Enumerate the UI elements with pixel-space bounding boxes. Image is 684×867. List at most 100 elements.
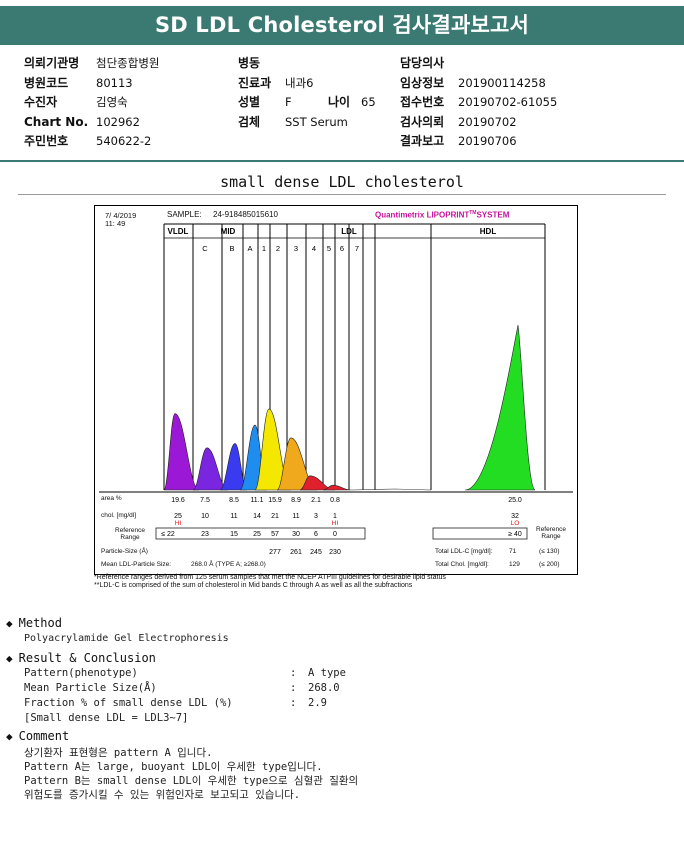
band-label: 6 xyxy=(340,244,344,253)
result-note: [Small dense LDL = LDL3~7] xyxy=(24,712,189,724)
chol-value: 10 xyxy=(201,513,209,520)
chol-row-label: chol. [mg/dl] xyxy=(101,512,137,519)
info-row: 검사의뢰 20190702 xyxy=(400,113,557,133)
area-row-label: area % xyxy=(101,495,122,502)
chol-value: 14 xyxy=(253,513,261,520)
electrophoresis-plot: VLDL MID LDL HDLC B A 1 2 3 4 5 6 719.6 7.5 8.5 11.1 15.… xyxy=(99,223,573,556)
result-heading: ◆ Result & Conclusion xyxy=(6,651,156,665)
band-label: 5 xyxy=(327,244,331,253)
method-heading-text: Method xyxy=(18,616,62,630)
footnote-1: *Reference ranges derived from 125 serum… xyxy=(94,574,446,581)
info-value: 540622-2 xyxy=(96,134,152,148)
diamond-icon: ◆ xyxy=(6,617,13,630)
band-label: B xyxy=(229,244,234,253)
info-row: 수진자 김영숙 xyxy=(24,93,159,113)
mid-c-peak xyxy=(192,447,229,491)
result-value: 268.0 xyxy=(308,682,340,694)
info-label: 주민번호 xyxy=(24,134,69,148)
result-label: Mean Particle Size(Å) xyxy=(24,682,157,694)
method-heading: ◆ Method xyxy=(6,616,62,630)
info-value: 20190702-61055 xyxy=(458,95,558,109)
band-label: 2 xyxy=(276,244,280,253)
ref-value: 57 xyxy=(271,531,279,538)
info-value: 내과6 xyxy=(285,75,314,90)
info-label: 담당의사 xyxy=(400,56,445,70)
info-label: 의뢰기관명 xyxy=(24,56,80,70)
area-value: 15.9 xyxy=(268,497,282,504)
info-row: 진료과 내과6 xyxy=(238,74,376,94)
diamond-icon: ◆ xyxy=(6,730,13,743)
comment-line: 상기환자 표현형은 pattern A 입니다. xyxy=(24,747,213,759)
info-value: 첨단종합병원 xyxy=(96,56,160,70)
footnote-2: **LDL-C is comprised of the sum of chole… xyxy=(94,582,413,589)
band-label: 7 xyxy=(355,244,359,253)
result-value: 2.9 xyxy=(308,697,327,709)
area-value: 2.1 xyxy=(311,497,321,504)
vldl-peak xyxy=(163,413,200,491)
info-label: 검사의뢰 xyxy=(400,114,445,129)
ref-value: 23 xyxy=(201,531,209,538)
comment-line: Pattern A는 large, buoyant LDL이 우세한 type입… xyxy=(24,761,323,773)
info-row: 의뢰기관명 첨단종합병원 xyxy=(24,54,159,74)
result-heading-text: Result & Conclusion xyxy=(18,651,156,665)
info-value: 201900114258 xyxy=(458,75,546,90)
info-label: 병동 xyxy=(238,56,261,70)
band-label: A xyxy=(247,244,252,253)
band-label: 3 xyxy=(294,244,298,253)
info-row: Chart No. 102962 xyxy=(24,113,159,133)
info-label: 병원코드 xyxy=(24,75,69,90)
particle-size-value: 230 xyxy=(329,549,341,556)
ref-row-label: Reference Range xyxy=(115,527,145,541)
age-value: 65 xyxy=(361,95,376,109)
hdl-peak xyxy=(464,324,536,491)
info-label: 임상정보 xyxy=(400,75,445,90)
info-label: 수진자 xyxy=(24,95,58,109)
result-sep: : xyxy=(290,667,297,679)
total-ldl-range: (≤ 130) xyxy=(539,548,560,555)
info-col1: 의뢰기관명 첨단종합병원 병원코드 80113 수진자 김영숙 Chart No. 10… xyxy=(24,54,159,152)
ref-value: 30 xyxy=(292,531,300,538)
age-label: 나이 xyxy=(328,95,351,109)
divider xyxy=(0,160,684,162)
chol-flag: LO xyxy=(511,520,520,527)
area-value: 25.0 xyxy=(508,497,522,504)
info-value: 김영숙 xyxy=(96,95,128,109)
ref-value: ≥ 40 xyxy=(508,531,522,538)
section-title: small dense LDL cholesterol xyxy=(220,173,464,191)
total-chol-range: (≤ 200) xyxy=(539,561,560,568)
total-ldl-value: 71 xyxy=(509,548,517,555)
chol-flag: HI xyxy=(332,520,339,527)
area-value: 19.6 xyxy=(171,497,185,504)
ref-value: 15 xyxy=(230,531,238,538)
info-row: 담당의사 xyxy=(400,54,557,74)
section-underline xyxy=(18,194,666,195)
band-label: 4 xyxy=(312,244,316,253)
chol-flag: HI xyxy=(175,520,182,527)
band-label: C xyxy=(202,244,208,253)
info-row: 병원코드 80113 xyxy=(24,74,159,94)
area-value: 8.9 xyxy=(291,497,301,504)
info-row: 성별 F 나이 65 xyxy=(238,93,376,113)
comment-heading-text: Comment xyxy=(18,729,70,743)
area-value: 7.5 xyxy=(200,497,210,504)
particle-size-value: 261 xyxy=(290,549,302,556)
comment-line: 위험도를 증가시킬 수 있는 위험인자로 보고되고 있습니다. xyxy=(24,789,301,801)
size-row-label: Particle-Size (Å) xyxy=(101,548,148,555)
method-text: Polyacrylamide Gel Electrophoresis xyxy=(24,633,229,644)
info-value: 20190706 xyxy=(458,134,517,148)
info-label: 접수번호 xyxy=(400,95,445,109)
info-value: 102962 xyxy=(96,114,140,129)
area-value: 8.5 xyxy=(229,497,239,504)
group-label: MID xyxy=(221,227,236,236)
info-value: 80113 xyxy=(96,75,133,90)
chol-value: 1 xyxy=(333,513,337,520)
ref-right-label: Reference Range xyxy=(536,526,566,540)
group-label: HDL xyxy=(480,227,497,236)
band-label: 1 xyxy=(262,244,266,253)
chol-value: 11 xyxy=(230,513,237,520)
chol-value: 25 xyxy=(174,513,182,520)
report-title: SD LDL Cholesterol 검사결과보고서 xyxy=(0,6,684,45)
comment-line: Pattern B는 small dense LDL이 우세한 type으로 심… xyxy=(24,775,359,787)
ref-value: 0 xyxy=(333,531,337,538)
total-chol-label: Total Chol. [mg/dl]: xyxy=(435,561,489,568)
